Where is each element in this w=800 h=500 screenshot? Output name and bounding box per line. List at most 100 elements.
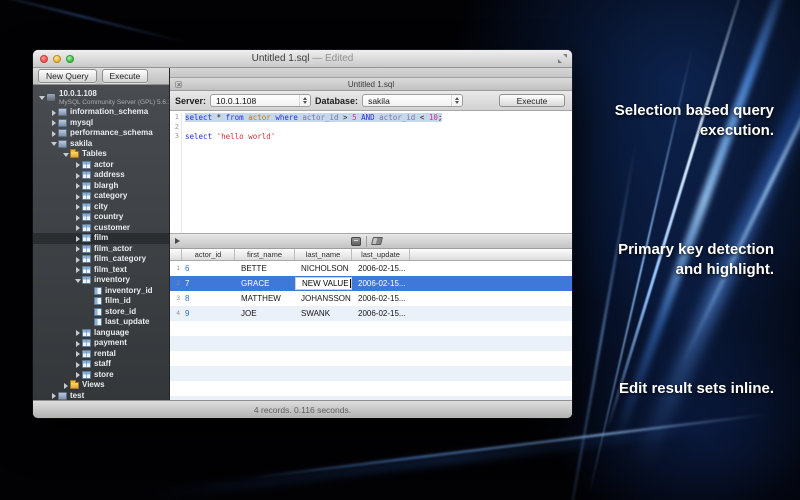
close-window-icon[interactable] xyxy=(40,55,48,63)
sidebar-item-views[interactable]: Views xyxy=(33,380,169,391)
cell-last-update[interactable]: 2006-02-15... xyxy=(352,306,410,321)
disclosure-collapsed-icon[interactable] xyxy=(73,223,82,232)
sidebar-item-10-0-1-108[interactable]: 10.0.1.108MySQL Community Server (GPL) 5… xyxy=(33,88,169,107)
disclosure-collapsed-icon[interactable] xyxy=(73,349,82,358)
cell-last-name[interactable]: NICHOLSON xyxy=(295,261,352,276)
sidebar-item-film-text[interactable]: film_text xyxy=(33,265,169,276)
sidebar-item-address[interactable]: address xyxy=(33,170,169,181)
disclosure-collapsed-icon[interactable] xyxy=(61,381,70,390)
disclosure-expanded-icon[interactable] xyxy=(61,150,70,159)
column-header-first-name[interactable]: first_name xyxy=(235,249,295,260)
cell-first-name[interactable]: GRACE xyxy=(235,276,295,291)
sidebar-item-mysql[interactable]: mysql xyxy=(33,118,169,129)
disclosure-expanded-icon[interactable] xyxy=(37,93,46,102)
cell-actor-id[interactable]: 7 xyxy=(182,276,235,291)
sidebar-item-performance-schema[interactable]: performance_schema xyxy=(33,128,169,139)
editor-code[interactable]: select * from actor where actor_id > 5 A… xyxy=(182,113,572,233)
execute-toolbar-button[interactable]: Execute xyxy=(102,69,149,83)
sidebar-item-language[interactable]: language xyxy=(33,328,169,339)
disclosure-collapsed-icon[interactable] xyxy=(73,328,82,337)
cell-last-update[interactable]: 2006-02-15... xyxy=(352,261,410,276)
sidebar-item-staff[interactable]: staff xyxy=(33,359,169,370)
sidebar-item-sakila[interactable]: sakila xyxy=(33,139,169,150)
sidebar-item-film[interactable]: film xyxy=(33,233,169,244)
tab-close-icon[interactable] xyxy=(175,81,182,88)
eraser-icon[interactable] xyxy=(371,237,383,245)
column-header-last-name[interactable]: last_name xyxy=(295,249,352,260)
sidebar-item-film-id[interactable]: film_id xyxy=(33,296,169,307)
export-icon[interactable] xyxy=(351,237,361,246)
sidebar-item-city[interactable]: city xyxy=(33,202,169,213)
sidebar-item-film-actor[interactable]: film_actor xyxy=(33,244,169,255)
sidebar-item-payment[interactable]: payment xyxy=(33,338,169,349)
sidebar-item-tables[interactable]: Tables xyxy=(33,149,169,160)
sidebar-item-last-update[interactable]: last_update xyxy=(33,317,169,328)
disclosure-collapsed-icon[interactable] xyxy=(73,181,82,190)
tab-untitled-sql[interactable]: Untitled 1.sql xyxy=(348,80,394,89)
disclosure-collapsed-icon[interactable] xyxy=(73,244,82,253)
sidebar-item-information-schema[interactable]: information_schema xyxy=(33,107,169,118)
disclosure-collapsed-icon[interactable] xyxy=(73,265,82,274)
table-row[interactable]: 49JOESWANK2006-02-15... xyxy=(170,306,572,321)
server-select[interactable]: 10.0.1.108 xyxy=(210,94,311,107)
sidebar-item-test[interactable]: test xyxy=(33,391,169,401)
cell-first-name[interactable]: JOE xyxy=(235,306,295,321)
cell-last-name[interactable]: SWANK xyxy=(295,306,352,321)
sidebar-item-rental[interactable]: rental xyxy=(33,349,169,360)
sidebar-item-inventory[interactable]: inventory xyxy=(33,275,169,286)
sql-token: select xyxy=(185,132,217,141)
sidebar-item-label: information_schema xyxy=(70,107,148,117)
table-row[interactable]: 38MATTHEWJOHANSSON2006-02-15... xyxy=(170,291,572,306)
disclosure-collapsed-icon[interactable] xyxy=(49,108,58,117)
cell-actor-id[interactable]: 8 xyxy=(182,291,235,306)
disclosure-collapsed-icon[interactable] xyxy=(73,160,82,169)
fullscreen-icon[interactable] xyxy=(558,54,567,63)
minimize-window-icon[interactable] xyxy=(53,55,61,63)
zoom-window-icon[interactable] xyxy=(66,55,74,63)
cell-first-name[interactable]: MATTHEW xyxy=(235,291,295,306)
disclosure-collapsed-icon[interactable] xyxy=(73,255,82,264)
sidebar-item-customer[interactable]: customer xyxy=(33,223,169,234)
disclosure-collapsed-icon[interactable] xyxy=(49,391,58,400)
disclosure-collapsed-icon[interactable] xyxy=(73,339,82,348)
disclosure-collapsed-icon[interactable] xyxy=(73,360,82,369)
disclosure-collapsed-icon[interactable] xyxy=(73,192,82,201)
disclosure-collapsed-icon[interactable] xyxy=(73,370,82,379)
cell-last-update[interactable]: 2006-02-15... xyxy=(352,276,410,291)
cell-last-update[interactable]: 2006-02-15... xyxy=(352,291,410,306)
disclosure-collapsed-icon[interactable] xyxy=(73,202,82,211)
column-header-last-update[interactable]: last_update xyxy=(352,249,410,260)
results-disclosure-icon[interactable] xyxy=(175,238,180,244)
disclosure-collapsed-icon[interactable] xyxy=(73,213,82,222)
execute-query-button[interactable]: Execute xyxy=(499,94,565,107)
disclosure-collapsed-icon[interactable] xyxy=(73,234,82,243)
sidebar-item-country[interactable]: country xyxy=(33,212,169,223)
cell-last-name[interactable]: NEW VALUE xyxy=(295,277,352,290)
sidebar-item-inventory-id[interactable]: inventory_id xyxy=(33,286,169,297)
title-bar[interactable]: Untitled 1.sql — Edited xyxy=(33,50,572,68)
disclosure-collapsed-icon[interactable] xyxy=(73,171,82,180)
sidebar-item-store[interactable]: store xyxy=(33,370,169,381)
sidebar-item-actor[interactable]: actor xyxy=(33,160,169,171)
sidebar-item-film-category[interactable]: film_category xyxy=(33,254,169,265)
sidebar-tree[interactable]: 10.0.1.108MySQL Community Server (GPL) 5… xyxy=(33,85,169,400)
database-select[interactable]: sakila xyxy=(362,94,463,107)
cell-first-name[interactable]: BETTE xyxy=(235,261,295,276)
column-header-actor-id[interactable]: actor_id xyxy=(182,249,235,260)
sidebar-item-blargh[interactable]: blargh xyxy=(33,181,169,192)
server-select-value: 10.0.1.108 xyxy=(216,96,256,106)
sidebar-item-category[interactable]: category xyxy=(33,191,169,202)
cell-actor-id[interactable]: 6 xyxy=(182,261,235,276)
sidebar-item-store-id[interactable]: store_id xyxy=(33,307,169,318)
table-row[interactable]: 27GRACENEW VALUE2006-02-15... xyxy=(170,276,572,291)
disclosure-expanded-icon[interactable] xyxy=(73,276,82,285)
disclosure-collapsed-icon[interactable] xyxy=(49,129,58,138)
sql-editor[interactable]: 123 select * from actor where actor_id >… xyxy=(170,111,572,233)
database-icon xyxy=(58,140,67,148)
table-row[interactable]: 16BETTENICHOLSON2006-02-15... xyxy=(170,261,572,276)
disclosure-expanded-icon[interactable] xyxy=(49,139,58,148)
disclosure-collapsed-icon[interactable] xyxy=(49,118,58,127)
cell-last-name[interactable]: JOHANSSON xyxy=(295,291,352,306)
new-query-button[interactable]: New Query xyxy=(38,69,97,83)
cell-actor-id[interactable]: 9 xyxy=(182,306,235,321)
